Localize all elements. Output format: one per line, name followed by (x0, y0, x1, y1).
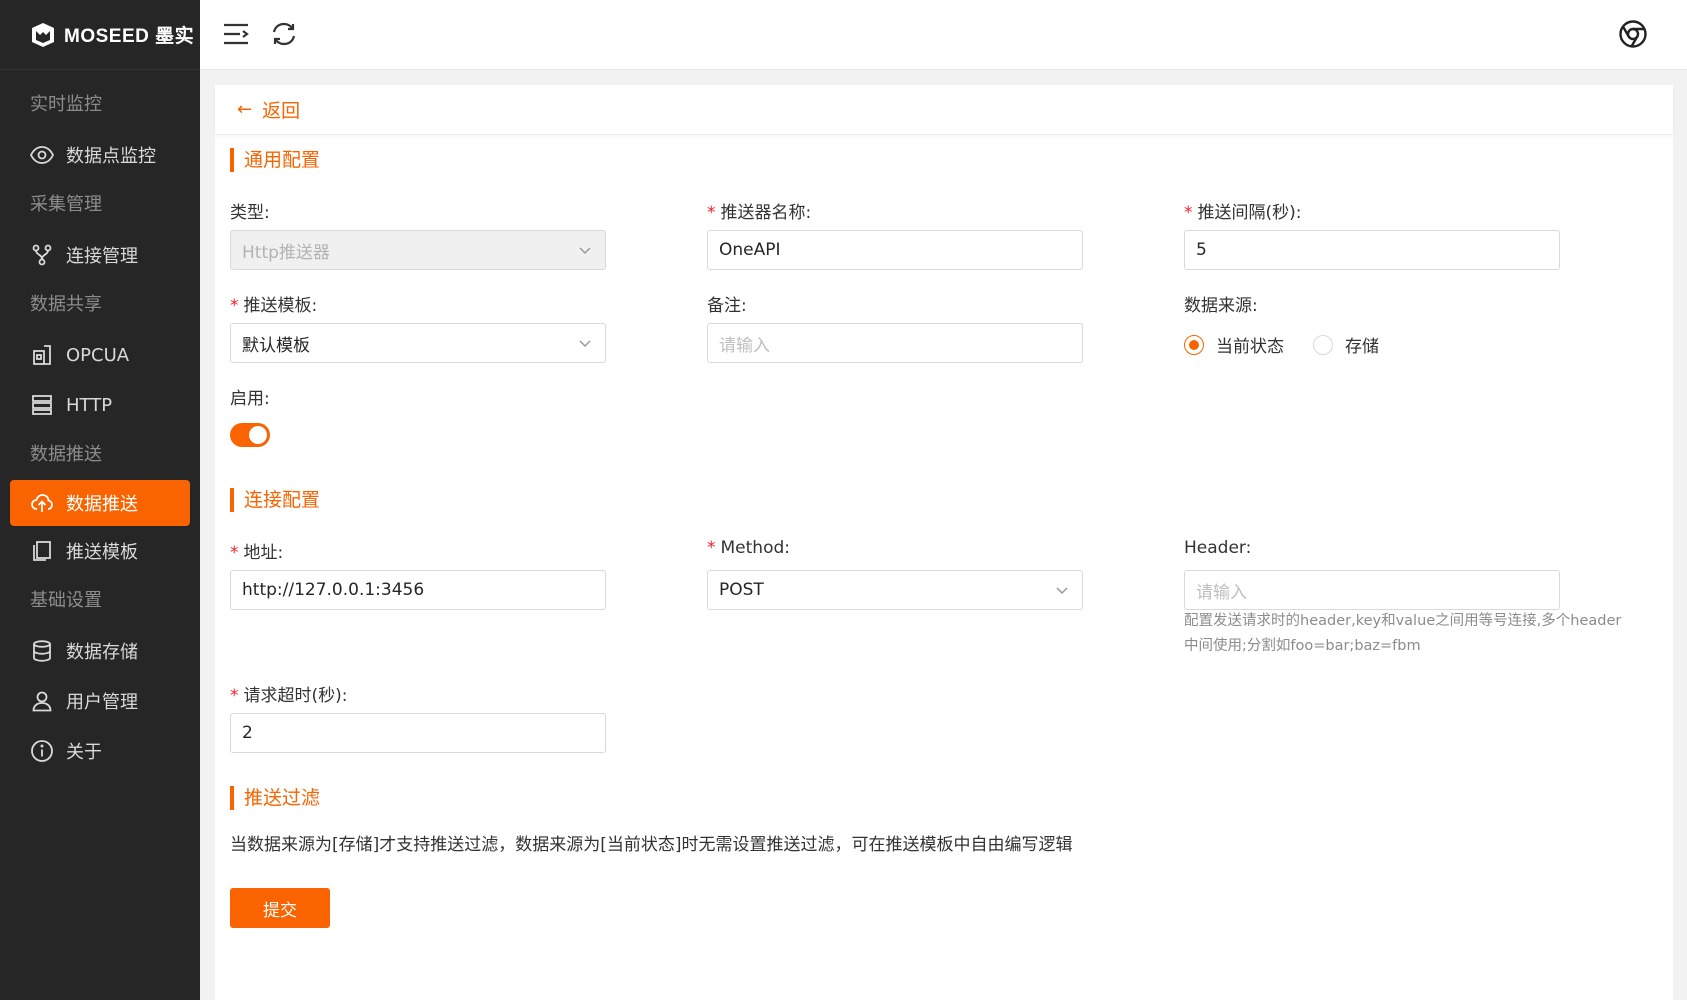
sidebar-item-label: 用户管理 (66, 692, 138, 713)
sidebar-item-label: HTTP (66, 394, 113, 416)
database-icon (30, 639, 54, 663)
interval-input[interactable]: 5 (1184, 230, 1560, 270)
section-title-filter: 推送过滤 (230, 786, 320, 810)
template-select[interactable]: 默认模板 (230, 323, 606, 363)
menu-group-basic-settings: 基础设置 (30, 590, 102, 611)
sidebar-item-user-management[interactable]: 用户管理 (0, 676, 200, 726)
remark-label: 备注: (707, 296, 747, 316)
sidebar-item-label: 关于 (66, 742, 102, 763)
filter-note: 当数据来源为[存储]才支持推送过滤，数据来源为[当前状态]时无需设置推送过滤，可… (230, 835, 1073, 855)
logo: MOSEED 墨实 (0, 0, 200, 70)
chevron-down-icon (579, 340, 591, 348)
cloud-upload-icon (30, 491, 54, 515)
timeout-input[interactable]: 2 (230, 713, 606, 753)
submit-button[interactable]: 提交 (230, 888, 330, 928)
type-select-value: Http推送器 (242, 242, 330, 263)
enabled-toggle[interactable] (230, 423, 270, 447)
arrow-left-icon[interactable]: ← (237, 99, 252, 120)
name-input[interactable]: OneAPI (707, 230, 1083, 270)
server-icon (30, 393, 54, 417)
method-select[interactable]: POST (707, 570, 1083, 610)
header-input[interactable]: 请输入 (1184, 570, 1560, 610)
info-icon (30, 739, 54, 763)
address-input-value: http://127.0.0.1:3456 (242, 580, 425, 600)
menu-group-realtime: 实时监控 (30, 94, 102, 115)
radio-label: 存储 (1345, 337, 1379, 357)
type-label: 类型: (230, 203, 270, 223)
back-link[interactable]: 返回 (262, 96, 300, 123)
sidebar-item-label: 推送模板 (66, 542, 138, 563)
address-label: * 地址: (230, 543, 284, 563)
radio-label: 当前状态 (1216, 337, 1284, 357)
copy-icon (30, 539, 54, 563)
logo-icon (32, 22, 54, 47)
sidebar-item-label: 数据存储 (66, 642, 138, 663)
brand-name: MOSEED 墨实 (64, 26, 195, 47)
back-row: ← 返回 (215, 85, 1673, 135)
interval-label: * 推送间隔(秒): (1184, 203, 1302, 223)
chevron-down-icon (1056, 587, 1068, 595)
name-label: * 推送器名称: (707, 203, 812, 223)
chevron-down-icon (579, 247, 591, 255)
topbar (200, 0, 1687, 70)
method-select-value: POST (719, 580, 764, 600)
sidebar-item-about[interactable]: 关于 (0, 726, 200, 776)
content-card: ← 返回 通用配置 类型: Http推送器 * 推送器名称: OneAPI * 推送… (215, 85, 1673, 1000)
sidebar-item-http[interactable]: HTTP (0, 380, 200, 430)
template-select-value: 默认模板 (242, 335, 310, 356)
sidebar-item-label: 数据推送 (66, 494, 138, 515)
header-label: Header: (1184, 538, 1252, 558)
enabled-label: 启用: (230, 389, 270, 409)
menu-group-collection: 采集管理 (30, 194, 102, 215)
menu-fold-icon[interactable] (220, 18, 252, 50)
sidebar-item-data-storage[interactable]: 数据存储 (0, 626, 200, 676)
interval-input-value: 5 (1196, 240, 1207, 260)
sidebar-item-label: OPCUA (66, 344, 130, 366)
user-icon (30, 689, 54, 713)
menu-group-push: 数据推送 (30, 444, 102, 465)
source-radio-storage[interactable]: 存储 (1313, 332, 1379, 357)
template-label: * 推送模板: (230, 296, 318, 316)
sidebar: MOSEED 墨实 实时监控 数据点监控 采集管理 连接管理 数据共享 OPCU… (0, 0, 200, 1000)
sidebar-item-opcua[interactable]: OPCUA (0, 330, 200, 380)
source-label: 数据来源: (1184, 296, 1258, 316)
source-radio-current[interactable]: 当前状态 (1184, 332, 1284, 357)
sidebar-item-connection[interactable]: 连接管理 (0, 230, 200, 280)
timeout-input-value: 2 (242, 723, 253, 743)
sidebar-item-label: 连接管理 (66, 246, 138, 267)
sidebar-item-label: 数据点监控 (66, 146, 156, 167)
remark-placeholder: 请输入 (719, 335, 770, 356)
building-icon (30, 343, 54, 367)
type-select: Http推送器 (230, 230, 606, 270)
sidebar-item-datapoint-monitor[interactable]: 数据点监控 (0, 130, 200, 180)
chrome-icon[interactable] (1617, 18, 1649, 50)
method-label: * Method: (707, 538, 790, 558)
section-title-connection: 连接配置 (230, 488, 320, 512)
sidebar-item-data-push[interactable]: 数据推送 (10, 480, 190, 526)
radio-unchecked-icon (1313, 334, 1333, 355)
address-input[interactable]: http://127.0.0.1:3456 (230, 570, 606, 610)
header-placeholder: 请输入 (1196, 582, 1247, 603)
eye-icon (30, 143, 54, 167)
header-help-text: 配置发送请求时的header,key和value之间用等号连接,多个header… (1184, 613, 1622, 654)
menu-group-sharing: 数据共享 (30, 294, 102, 315)
radio-checked-icon (1184, 334, 1204, 355)
sidebar-item-push-template[interactable]: 推送模板 (0, 526, 200, 576)
branch-icon (30, 243, 54, 267)
timeout-label: * 请求超时(秒): (230, 686, 348, 706)
remark-input[interactable]: 请输入 (707, 323, 1083, 363)
name-input-value: OneAPI (719, 240, 781, 260)
section-title-general: 通用配置 (230, 148, 320, 172)
refresh-icon[interactable] (268, 18, 300, 50)
